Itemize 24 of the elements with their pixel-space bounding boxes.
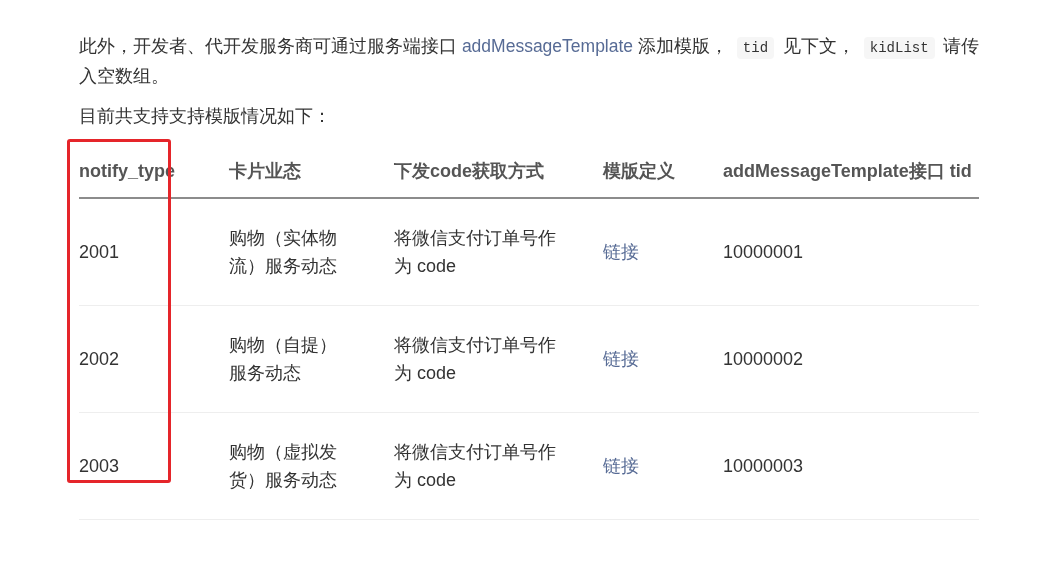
column-header: 下发code获取方式 [394,160,544,183]
table-cell-text: 购物（实体物流）服务动态 [229,227,338,278]
table-cell-text: 10000002 [723,348,805,371]
table-cell-text: 10000001 [723,241,805,264]
inline-code: kidList [863,37,935,59]
definition-link[interactable]: 链接 [603,238,639,266]
table-cell-text: 将微信支付订单号作为 code [394,334,557,385]
table-cell-text: 将微信支付订单号作为 code [394,227,557,278]
table-cell-text: 10000003 [723,455,805,478]
table-cell-text: 2002 [79,348,121,371]
table-cell-text: 将微信支付订单号作为 code [394,441,557,492]
definition-link[interactable]: 链接 [603,345,639,373]
column-header: 卡片业态 [229,160,301,183]
column-header: 模版定义 [603,160,675,183]
table-cell-text: 2003 [79,455,121,478]
definition-link[interactable]: 链接 [603,452,639,480]
table-cell-text: 2001 [79,241,121,264]
table-cell-text: 购物（虚拟发货）服务动态 [229,441,338,492]
api-link[interactable]: addMessageTemplate [461,36,634,56]
lead-text: 目前共支持支持模版情况如下： [79,105,331,128]
intro-paragraph: 此外，开发者、代开发服务商可通过服务端接口 addMessageTemplate 添加模版， tid 见下文， kidList 请传入空数组。 [79,35,981,88]
table-cell-text: 购物（自提）服务动态 [229,334,338,385]
inline-code: tid [736,37,775,59]
column-header: addMessageTemplate接口 tid [723,160,972,183]
